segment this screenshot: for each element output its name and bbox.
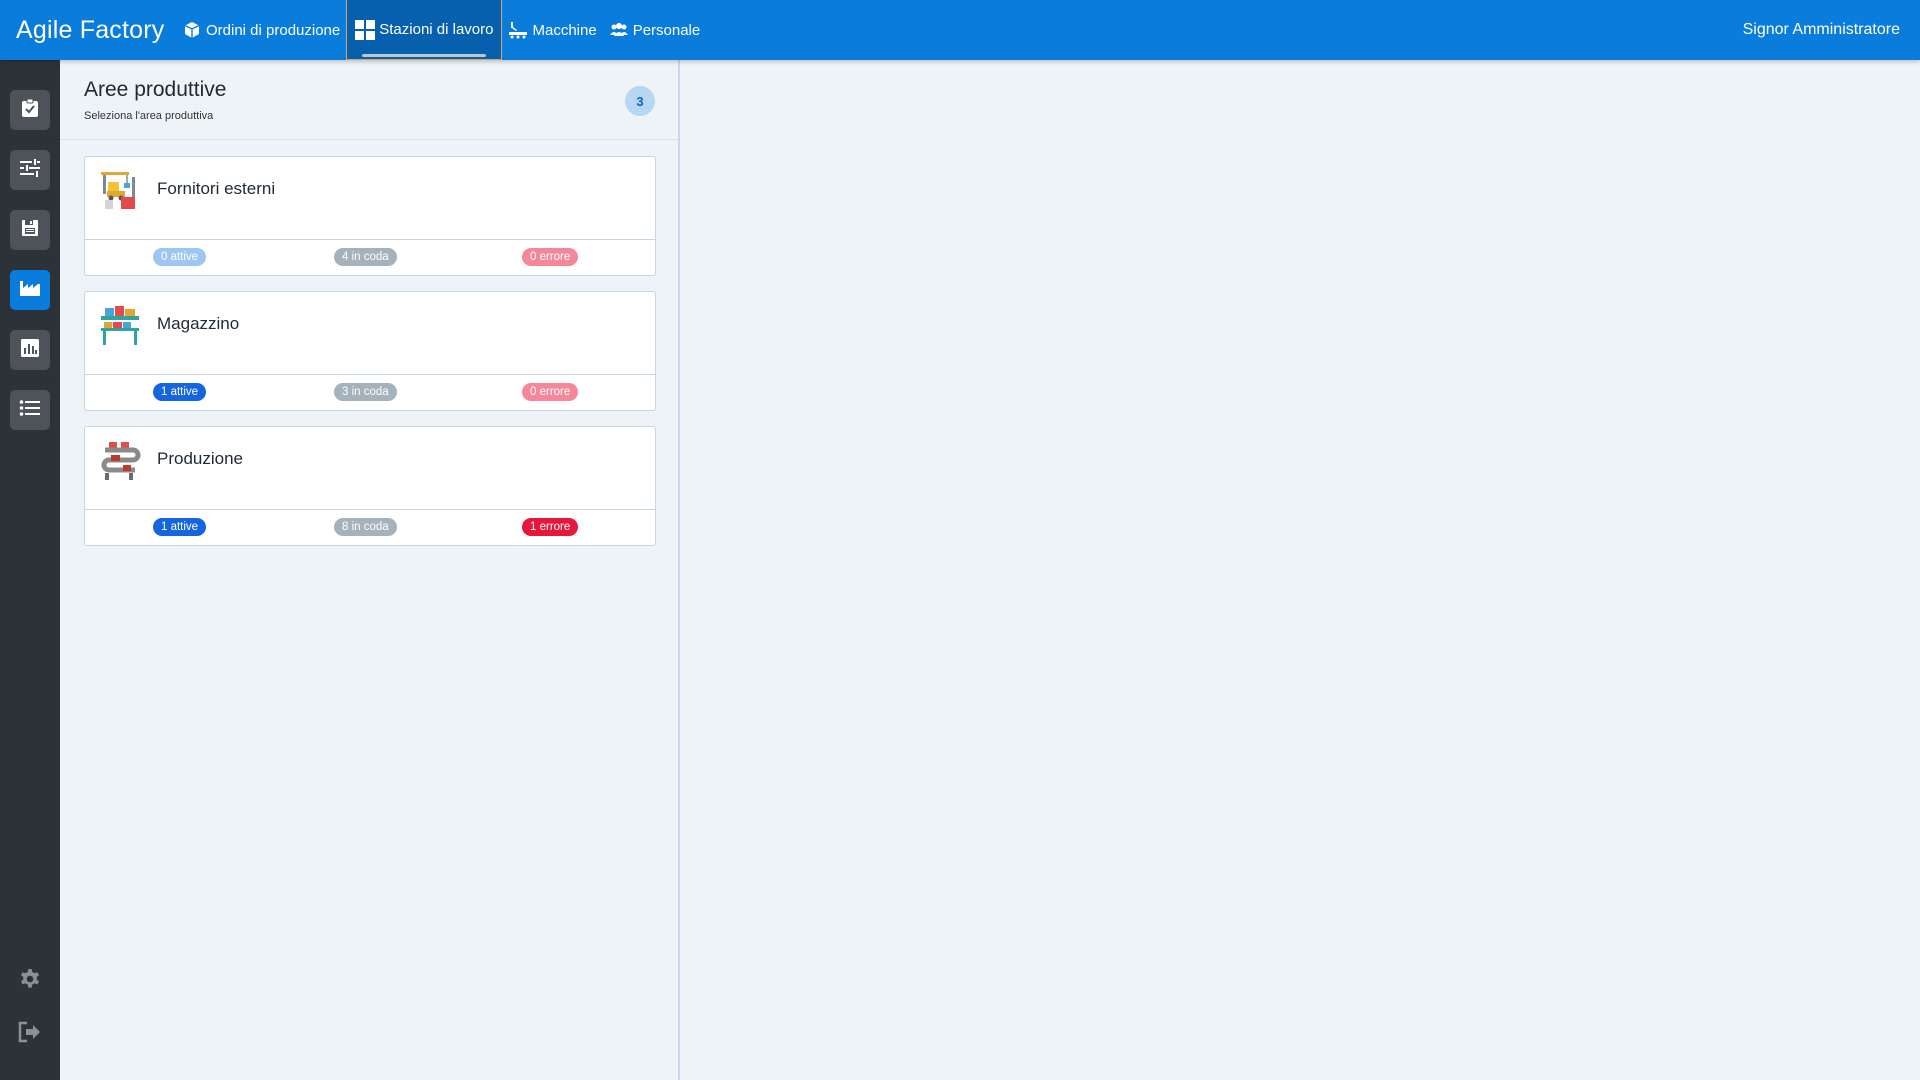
area-status-row: 1 attive 8 in coda 1 errore: [85, 509, 655, 545]
nav-macchine[interactable]: Macchine: [502, 0, 602, 60]
save-disk-icon: [20, 218, 40, 243]
area-name: Fornitori esterni: [157, 179, 276, 198]
sidebar-item-list[interactable]: [10, 390, 50, 430]
app-title[interactable]: Agile Factory: [0, 16, 176, 45]
main-nav: Ordini di produzione Stazioni di lavoro …: [176, 0, 706, 60]
crane-icon: [99, 169, 141, 211]
sidebar-item-factory[interactable]: [10, 270, 50, 310]
nav-label: Stazioni di lavoro: [379, 21, 494, 38]
sidebar: [0, 60, 60, 1080]
logout-icon: [18, 1021, 42, 1048]
nav-stazioni-di-lavoro[interactable]: Stazioni di lavoro: [346, 0, 503, 60]
active-count-badge: 1 attive: [153, 518, 207, 536]
nav-label: Macchine: [532, 21, 597, 39]
machine-icon: [508, 20, 528, 40]
error-count-badge: 0 errore: [522, 383, 579, 401]
nav-personale[interactable]: Personale: [603, 0, 707, 60]
sidebar-item-logout[interactable]: [14, 1018, 46, 1050]
sliders-icon: [19, 158, 41, 183]
list-icon: [19, 399, 41, 422]
area-card-magazzino[interactable]: Magazzino 1 attive 3 in coda 0 errore: [84, 291, 656, 411]
area-count-badge: 3: [625, 86, 655, 116]
user-menu[interactable]: Signor Amministratore: [1743, 21, 1920, 39]
cube-icon: [182, 20, 202, 40]
production-areas-panel: Aree produttive Seleziona l'area produtt…: [60, 60, 680, 1080]
gear-icon: [18, 968, 42, 997]
queue-count-badge: 8 in coda: [334, 518, 397, 536]
top-navbar: Agile Factory Ordini di produzione Stazi…: [0, 0, 1920, 60]
panel-subtitle: Seleziona l'area produttiva: [84, 110, 214, 122]
queue-count-badge: 3 in coda: [334, 383, 397, 401]
area-status-row: 0 attive 4 in coda 0 errore: [85, 239, 655, 275]
factory-icon: [19, 278, 41, 303]
active-count-badge: 1 attive: [153, 383, 207, 401]
sidebar-item-storage[interactable]: [10, 210, 50, 250]
detail-area: [682, 60, 1920, 1080]
panel-title: Aree produttive: [84, 78, 227, 101]
conveyor-icon: [99, 439, 141, 481]
panel-header: Aree produttive Seleziona l'area produtt…: [60, 60, 678, 140]
active-count-badge: 0 attive: [153, 248, 207, 266]
bar-report-icon: [20, 338, 40, 363]
sidebar-item-reports[interactable]: [10, 330, 50, 370]
error-count-badge: 0 errore: [522, 248, 579, 266]
people-icon: [609, 20, 629, 40]
area-status-row: 1 attive 3 in coda 0 errore: [85, 374, 655, 410]
area-card-produzione[interactable]: Produzione 1 attive 8 in coda 1 errore: [84, 426, 656, 546]
sidebar-item-planning[interactable]: [10, 150, 50, 190]
nav-ordini-di-produzione[interactable]: Ordini di produzione: [176, 0, 346, 60]
warehouse-shelf-icon: [99, 304, 141, 346]
area-name: Produzione: [157, 449, 244, 468]
sidebar-item-tasks[interactable]: [10, 90, 50, 130]
error-count-badge: 1 errore: [522, 518, 579, 536]
nav-label: Ordini di produzione: [206, 21, 341, 39]
area-card-fornitori-esterni[interactable]: Fornitori esterni 0 attive 4 in coda 0 e…: [84, 156, 656, 276]
grid-icon: [355, 19, 376, 40]
nav-label: Personale: [632, 21, 701, 39]
queue-count-badge: 4 in coda: [334, 248, 397, 266]
task-check-icon: [20, 98, 40, 123]
area-name: Magazzino: [157, 314, 240, 333]
sidebar-item-settings[interactable]: [14, 966, 46, 998]
